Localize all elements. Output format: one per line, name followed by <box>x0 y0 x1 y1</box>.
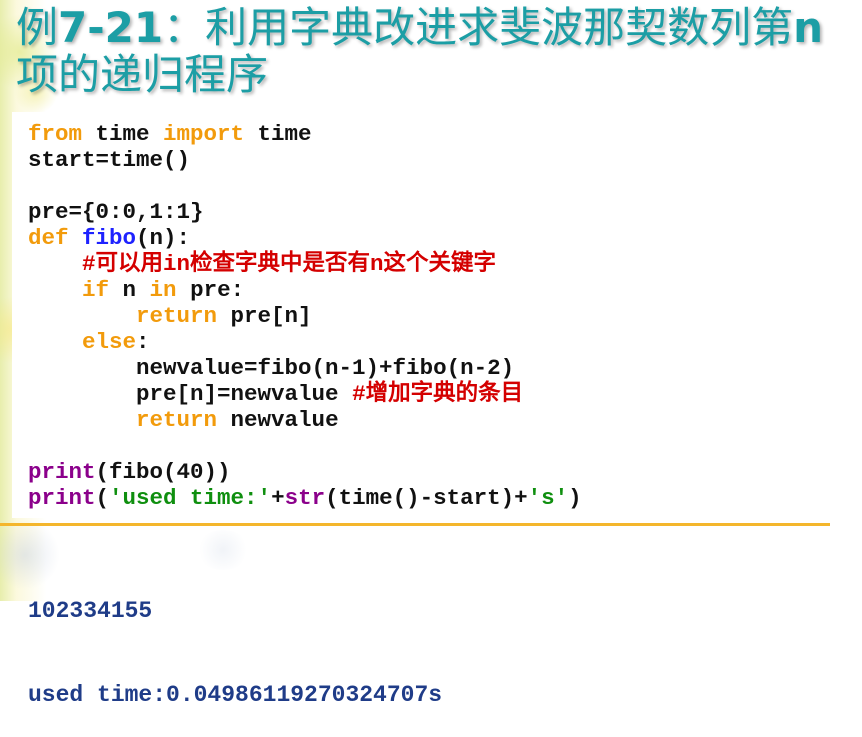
code-text: : <box>136 329 150 355</box>
program-output: 102334155 used time:0.04986119270324707s <box>28 541 442 737</box>
code-keyword: else <box>82 329 137 355</box>
output-line: used time:0.04986119270324707s <box>28 682 443 708</box>
code-text: newvalue <box>217 407 339 433</box>
code-text: pre[n] <box>217 303 312 329</box>
title-text: ：利用字典改进求斐波那契数列第 <box>163 3 794 52</box>
code-text: newvalue=fibo(n-1)+fibo(n-2) <box>28 355 515 381</box>
code-text: pre: <box>176 277 245 303</box>
code-string: 's' <box>527 485 569 511</box>
code-keyword: in <box>149 277 177 303</box>
code-text: pre={0:0,1:1} <box>28 199 204 225</box>
code-text: time <box>82 121 164 147</box>
title-line-2: 项的递归程序 <box>16 50 269 99</box>
code-line: if n in pre: <box>28 277 582 303</box>
code-line: print(fibo(40)) <box>28 459 582 485</box>
code-keyword: def <box>28 225 69 251</box>
code-line: #可以用in检查字典中是否有n这个关键字 <box>28 251 582 277</box>
code-line: start=time() <box>28 147 582 173</box>
code-function-name: fibo <box>82 225 137 251</box>
code-text: (time()-start)+ <box>325 485 528 511</box>
code-line: return newvalue <box>28 407 582 433</box>
code-text: start=time() <box>28 147 191 173</box>
divider-line <box>0 523 830 526</box>
code-keyword: return <box>136 303 218 329</box>
code-builtin: print <box>28 485 96 511</box>
code-line: return pre[n] <box>28 303 582 329</box>
code-keyword: if <box>82 277 110 303</box>
code-text: ) <box>568 485 582 511</box>
title-line-1: 例7-21：利用字典改进求斐波那契数列第n <box>16 4 823 51</box>
code-keyword: from <box>28 121 83 147</box>
code-text: pre[n]=newvalue <box>28 381 353 407</box>
code-comment: #增加字典的条目 <box>352 381 524 407</box>
code-line: from time import time <box>28 121 582 147</box>
slide-title: 例7-21：利用字典改进求斐波那契数列第n 项的递归程序 <box>16 4 823 98</box>
code-line: pre={0:0,1:1} <box>28 199 582 225</box>
code-keyword: return <box>136 407 218 433</box>
code-keyword: import <box>163 121 245 147</box>
output-line: 102334155 <box>28 598 153 624</box>
code-text: time <box>244 121 312 147</box>
code-comment: #可以用in检查字典中是否有n这个关键字 <box>82 251 497 277</box>
title-variable: n <box>793 3 824 52</box>
code-line: else: <box>28 329 582 355</box>
code-text: + <box>271 485 285 511</box>
code-builtin: print <box>28 459 96 485</box>
code-text: n <box>109 277 150 303</box>
code-block: from time import time start=time() pre={0:… <box>28 121 582 511</box>
code-line: pre[n]=newvalue #增加字典的条目 <box>28 381 582 407</box>
title-example-number: 7-21 <box>58 3 164 52</box>
code-text: ( <box>95 485 110 511</box>
code-builtin: str <box>284 485 326 511</box>
code-line: def fibo(n): <box>28 225 582 251</box>
code-text: (n): <box>136 225 191 251</box>
code-line: print('used time:'+str(time()-start)+'s'… <box>28 485 582 511</box>
code-text: (fibo(40)) <box>95 459 231 485</box>
code-string: 'used time:' <box>109 485 272 511</box>
code-line: newvalue=fibo(n-1)+fibo(n-2) <box>28 355 582 381</box>
title-prefix: 例 <box>16 3 59 52</box>
